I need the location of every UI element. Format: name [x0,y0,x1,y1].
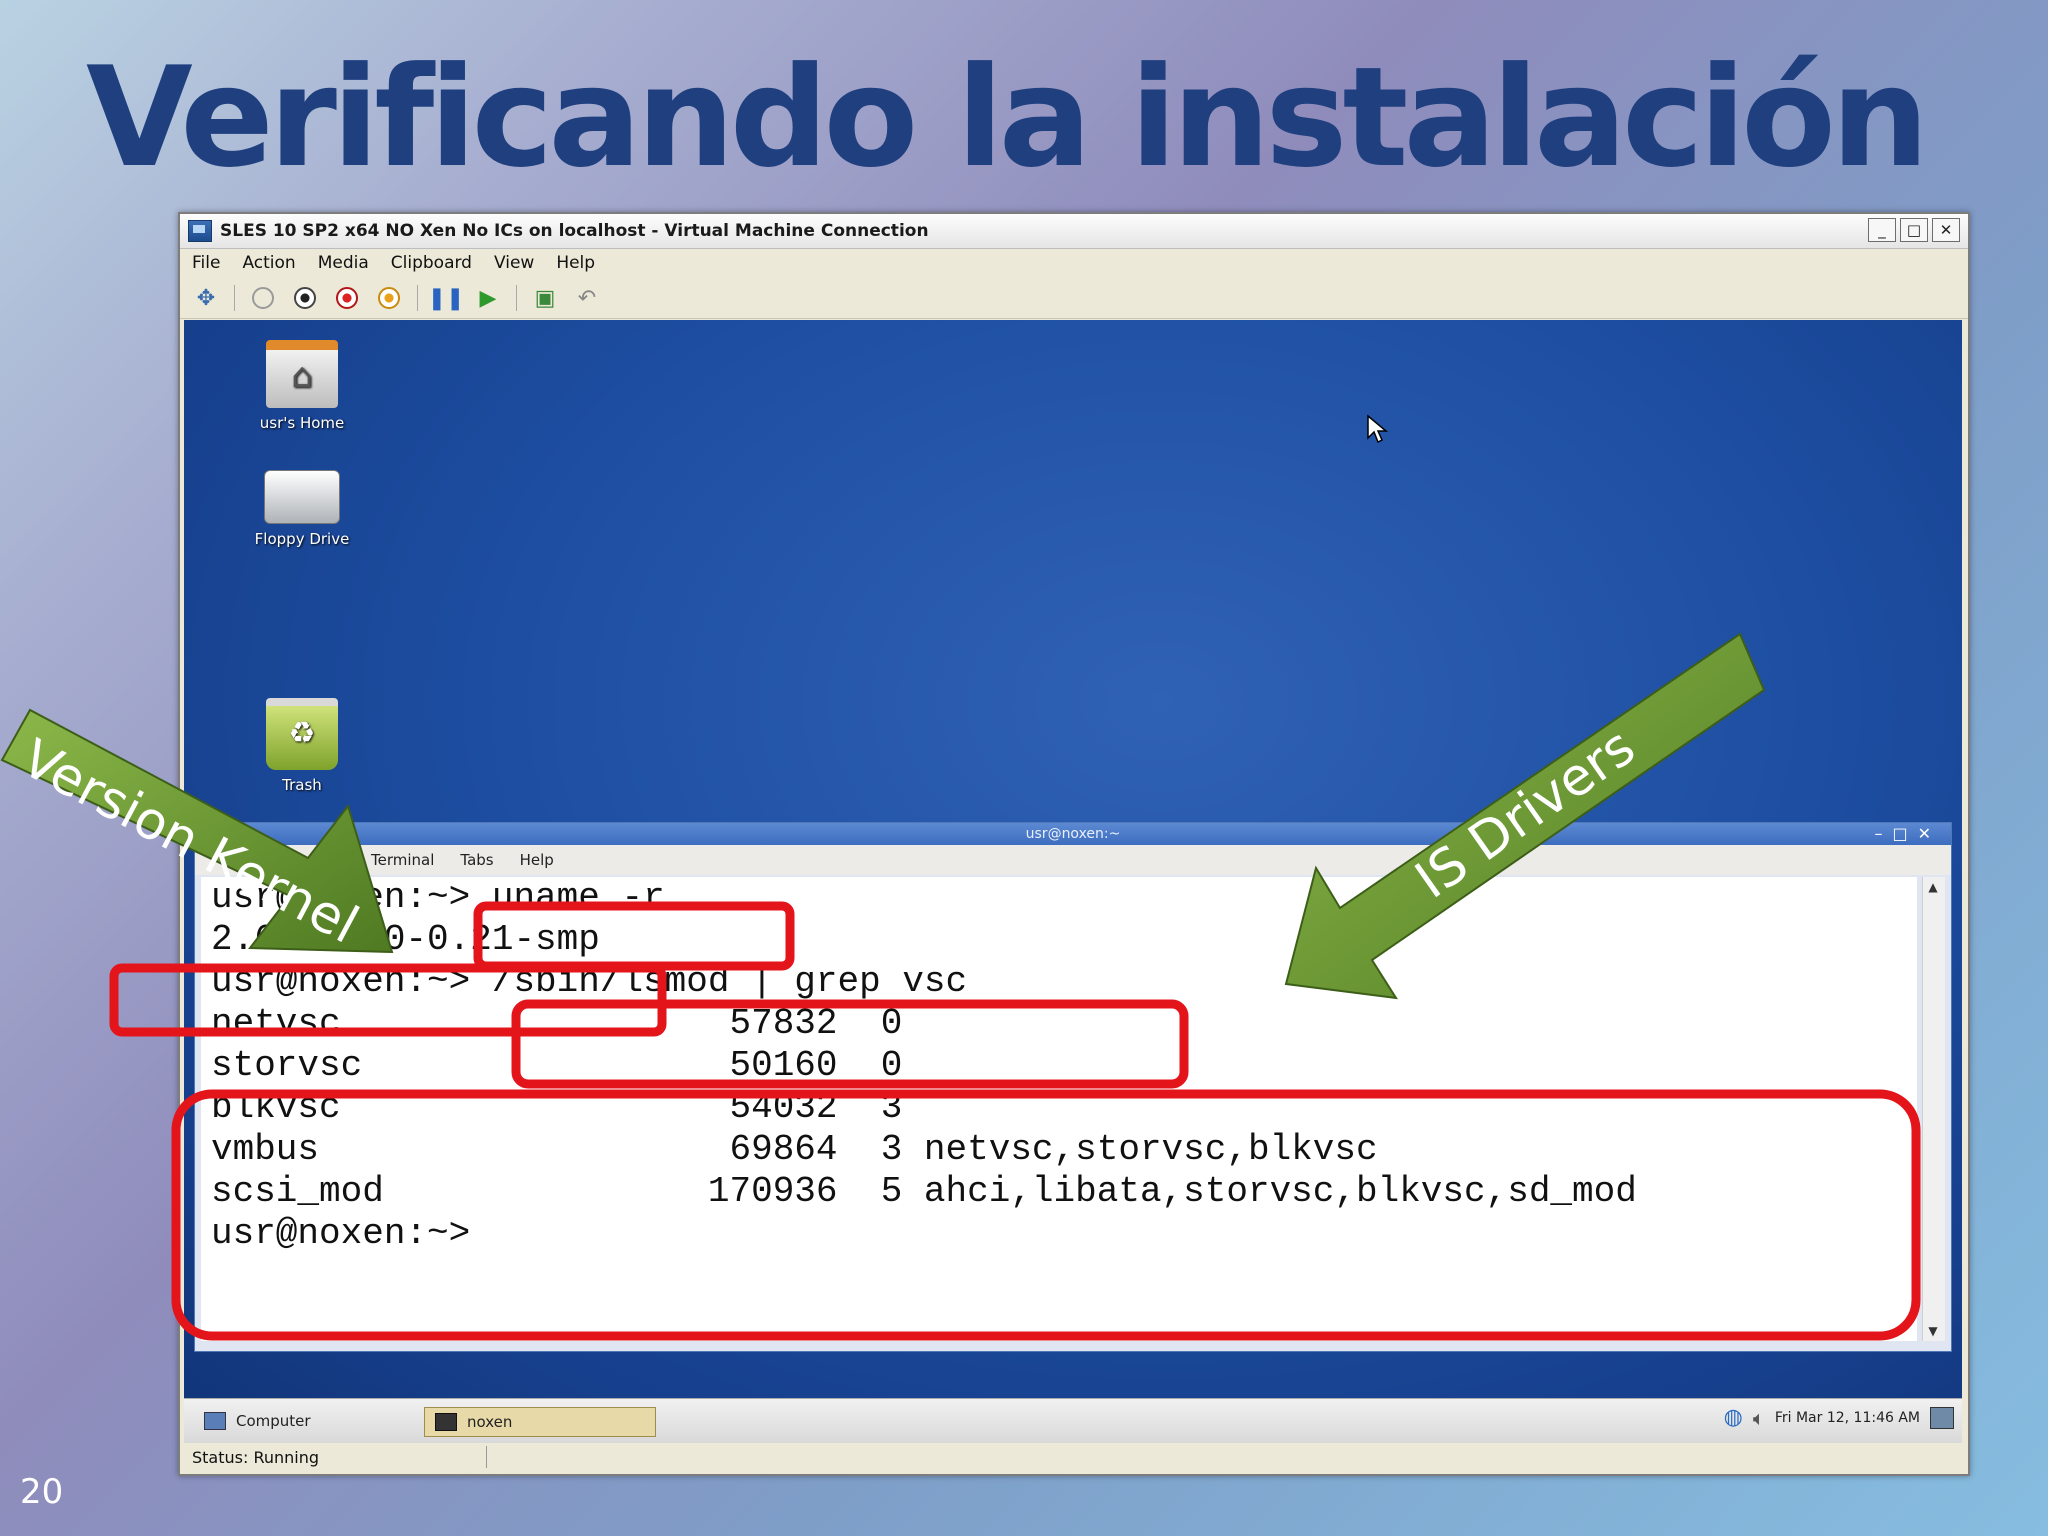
desktop-icon-label: usr's Home [259,414,345,432]
terminal-line: usr@noxen:~> uname -r [211,877,665,918]
shut-down-icon[interactable] [333,284,361,312]
terminal-icon [435,1413,457,1431]
computer-label: Computer [236,1412,311,1430]
terminal-menubar: Terminal Tabs Help [195,845,1951,875]
computer-icon [204,1412,226,1430]
system-tray: ◍ 🔈︎ Fri Mar 12, 11:46 AM [1724,1405,1954,1430]
turn-off-icon[interactable] [291,284,319,312]
terminal-line: vmbus 69864 3 netvsc,storvsc,blkvsc [211,1129,1378,1170]
terminal-menu-terminal[interactable]: Terminal [371,851,434,869]
show-desktop-icon[interactable] [1930,1406,1954,1429]
terminal-menu-tabs[interactable]: Tabs [460,851,493,869]
revert-icon[interactable]: ↶ [573,284,601,312]
terminal-line: storvsc 50160 0 [211,1045,903,1086]
desktop-icon-label: Trash [282,776,322,794]
vm-connection-window: SLES 10 SP2 x64 NO Xen No ICs on localho… [178,212,1970,1476]
trash-icon: ♻ [266,698,338,770]
terminal-line: netvsc 57832 0 [211,1003,903,1044]
scroll-down-icon[interactable]: ▼ [1925,1323,1941,1339]
maximize-button[interactable]: □ [1900,218,1928,242]
terminal-scrollbar[interactable]: ▲ ▼ [1922,877,1945,1341]
minimize-button[interactable]: _ [1868,218,1896,242]
menu-media[interactable]: Media [318,253,369,273]
terminal-line: usr@noxen:~> [211,1213,471,1254]
mouse-pointer-icon [1367,414,1389,444]
desktop-icon-trash[interactable]: ♻ Trash [232,698,372,794]
vm-window-title: SLES 10 SP2 x64 NO Xen No ICs on localho… [220,221,929,241]
terminal-window-controls[interactable]: –□✕ [1874,823,1941,845]
menu-help[interactable]: Help [556,253,595,273]
terminal-titlebar[interactable]: usr@noxen:~ –□✕ [195,823,1951,845]
volume-icon[interactable]: 🔈︎ [1753,1406,1765,1430]
desktop-icon-home[interactable]: usr's Home [232,340,372,432]
resume-icon[interactable]: ▶ [474,284,502,312]
start-icon[interactable] [249,284,277,312]
vm-status-text: Status: Running [192,1447,320,1467]
terminal-line: 2.6.16.60-0.21-smp [211,919,600,960]
desktop-icon-floppy[interactable]: Floppy Drive [232,470,372,548]
terminal-output[interactable]: usr@noxen:~> uname -r 2.6.16.60-0.21-smp… [201,877,1917,1341]
pause-icon[interactable]: ❚❚ [428,284,465,312]
vm-status-bar: Status: Running [180,1442,1968,1472]
vm-menubar: File Action Media Clipboard View Help [180,248,1968,278]
menu-file[interactable]: File [192,253,220,273]
taskbar-item-label: noxen [467,1413,513,1431]
terminal-window[interactable]: usr@noxen:~ –□✕ Terminal Tabs Help usr@n… [194,822,1952,1352]
guest-desktop[interactable]: usr's Home Floppy Drive ♻ Trash usr@noxe… [184,320,1962,1410]
taskbar-item-noxen[interactable]: noxen [424,1407,656,1437]
close-button[interactable]: ✕ [1932,218,1960,242]
clock[interactable]: Fri Mar 12, 11:46 AM [1775,1410,1920,1426]
slide-number: 20 [20,1472,64,1512]
vm-titlebar[interactable]: SLES 10 SP2 x64 NO Xen No ICs on localho… [180,214,1968,249]
terminal-menu-help[interactable]: Help [520,851,554,869]
network-icon[interactable]: ◍ [1724,1405,1743,1430]
status-divider [486,1446,487,1468]
terminal-line: scsi_mod 170936 5 ahci,libata,storvsc,bl… [211,1171,1637,1212]
ctrl-alt-del-icon[interactable]: ✥ [192,284,220,312]
menu-clipboard[interactable]: Clipboard [391,253,472,273]
snapshot-icon[interactable]: ▣ [531,284,559,312]
home-folder-icon [266,340,338,408]
menu-view[interactable]: View [494,253,534,273]
menu-action[interactable]: Action [242,253,295,273]
toolbar-divider [417,285,418,311]
toolbar-divider [234,285,235,311]
desktop-icon-label: Floppy Drive [254,530,350,548]
terminal-line: usr@noxen:~> /sbin/lsmod | grep vsc [211,961,968,1002]
computer-menu-button[interactable]: Computer [194,1407,321,1435]
vm-connection-icon [188,220,212,242]
guest-taskbar: Computer noxen ◍ 🔈︎ Fri Mar 12, 11:46 AM [184,1398,1962,1443]
scroll-up-icon[interactable]: ▲ [1925,879,1941,895]
terminal-title: usr@noxen:~ [1025,826,1121,842]
floppy-drive-icon [264,470,340,524]
vm-toolbar: ✥ ❚❚ ▶ ▣ ↶ [180,278,1968,319]
slide-title: Verificando la instalación [86,37,1929,198]
terminal-line: blkvsc 54032 3 [211,1087,903,1128]
save-state-icon[interactable] [375,284,403,312]
toolbar-divider [516,285,517,311]
window-controls: _ □ ✕ [1868,218,1960,242]
